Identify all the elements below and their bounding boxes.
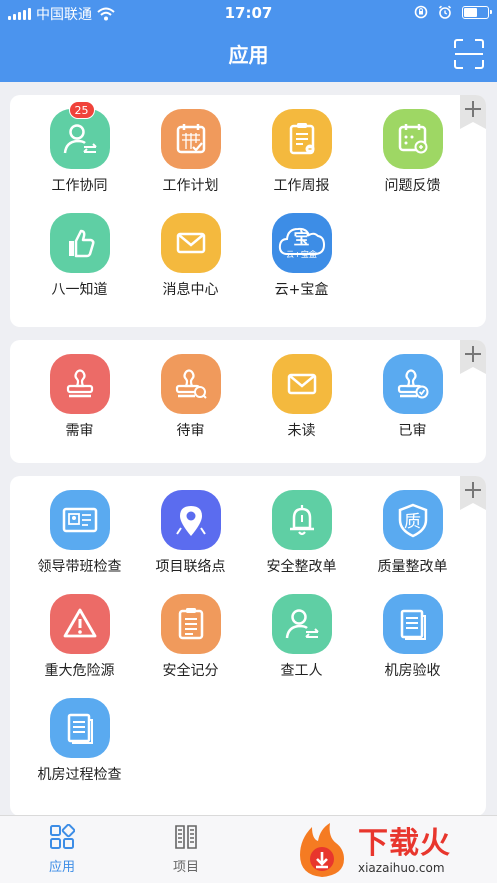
apps-section-common: 25 工作协同 工作计划 工作周报 问题反馈 八一知道 消息中心 宝 云+宝盒 …	[10, 95, 486, 327]
alarm-icon	[438, 5, 452, 19]
tab-label: 项目	[172, 860, 199, 875]
app-weekly-report[interactable]: 工作周报	[246, 109, 357, 195]
app-machine-room-acceptance[interactable]: 机房验收	[357, 594, 468, 680]
thumbs-up-icon	[49, 213, 110, 273]
app-label: 安全整改单	[266, 559, 337, 575]
app-safety-rectification[interactable]: 安全整改单	[246, 490, 357, 576]
status-bar: 中国联通 17:07	[0, 0, 497, 26]
app-label: 工作计划	[162, 178, 219, 194]
app-label: 云+宝盒	[274, 282, 329, 298]
quality-shield-icon: 质	[382, 490, 443, 550]
cloud-box-icon-subtext: 云+宝盒	[286, 250, 317, 259]
map-pin-icon	[160, 490, 221, 550]
app-label: 安全记分	[162, 663, 219, 679]
app-work-plan[interactable]: 工作计划	[135, 109, 246, 195]
watermark: 下载火 xiazaihuo.com	[292, 818, 497, 883]
app-grid: 25 工作协同 工作计划 工作周报 问题反馈 八一知道 消息中心 宝 云+宝盒 …	[24, 101, 468, 299]
scan-icon[interactable]	[453, 38, 485, 70]
cloud-box-icon: 宝 云+宝盒	[271, 213, 332, 273]
app-label: 需审	[65, 423, 94, 439]
app-cloud-box[interactable]: 宝 云+宝盒 云+宝盒	[246, 213, 357, 299]
envelope-icon	[160, 213, 221, 273]
app-grid: 领导带班检查 项目联络点 安全整改单 质 质量整改单 重大危险源 安全记分 查工…	[24, 490, 468, 784]
document-icon	[382, 594, 443, 654]
app-label: 工作周报	[273, 178, 330, 194]
stamp-icon	[49, 354, 110, 414]
app-label: 八一知道	[51, 282, 108, 298]
app-unread[interactable]: 未读	[246, 354, 357, 440]
apps-section-approval: 需审 待审 未读 已审	[10, 340, 486, 463]
app-reviewed[interactable]: 已审	[357, 354, 468, 440]
app-label: 待审	[176, 423, 205, 439]
app-label: 质量整改单	[377, 559, 448, 575]
app-safety-score[interactable]: 安全记分	[135, 594, 246, 680]
warning-icon	[49, 594, 110, 654]
app-label: 查工人	[280, 663, 323, 679]
document-icon	[49, 698, 110, 758]
tab-apps[interactable]: 应用	[17, 824, 107, 875]
app-major-hazard[interactable]: 重大危险源	[24, 594, 135, 680]
app-label: 机房过程检查	[37, 767, 122, 783]
app-label: 项目联络点	[155, 559, 226, 575]
watermark-subtitle: xiazaihuo.com	[358, 860, 445, 875]
watermark-title: 下载火	[358, 825, 451, 861]
battery-icon	[462, 5, 492, 19]
app-need-review[interactable]: 需审	[24, 354, 135, 440]
app-quality-rectification[interactable]: 质 质量整改单	[357, 490, 468, 576]
app-work-collaboration[interactable]: 25 工作协同	[24, 101, 135, 195]
header: 应用	[0, 26, 497, 82]
calendar-search-icon	[382, 109, 443, 169]
rotation-lock-icon	[414, 5, 428, 19]
app-message-center[interactable]: 消息中心	[135, 213, 246, 299]
app-label: 机房验收	[384, 663, 441, 679]
app-label: 已审	[398, 423, 427, 439]
notification-badge: 25	[68, 101, 95, 119]
bell-icon	[271, 490, 332, 550]
app-label: 领导带班检查	[37, 559, 122, 575]
user-transfer-icon	[271, 594, 332, 654]
app-leader-shift-check[interactable]: 领导带班检查	[24, 490, 135, 576]
calendar-check-icon	[160, 109, 221, 169]
app-check-workers[interactable]: 查工人	[246, 594, 357, 680]
clipboard-report-icon	[271, 109, 332, 169]
app-label: 未读	[287, 423, 316, 439]
quality-icon-text: 质	[404, 512, 421, 532]
cloud-box-icon-text: 宝	[293, 229, 310, 248]
app-label: 问题反馈	[384, 178, 441, 194]
tab-label: 应用	[48, 860, 75, 875]
building-icon	[175, 825, 197, 849]
app-label: 工作协同	[51, 178, 108, 194]
app-bayi-knowledge[interactable]: 八一知道	[24, 213, 135, 299]
app-machine-room-process-check[interactable]: 机房过程检查	[24, 698, 135, 784]
app-label: 重大危险源	[44, 663, 115, 679]
flame-logo-icon	[300, 822, 344, 877]
page-title: 应用	[228, 43, 269, 67]
apps-grid-icon	[50, 824, 75, 849]
id-card-icon	[49, 490, 110, 550]
user-transfer-icon: 25	[49, 101, 110, 169]
app-pending-review[interactable]: 待审	[135, 354, 246, 440]
app-project-contact-point[interactable]: 项目联络点	[135, 490, 246, 576]
stamp-search-icon	[160, 354, 221, 414]
app-label: 消息中心	[162, 282, 219, 298]
clipboard-list-icon	[160, 594, 221, 654]
tab-projects[interactable]: 项目	[141, 824, 231, 875]
apps-section-inspection: 领导带班检查 项目联络点 安全整改单 质 质量整改单 重大危险源 安全记分 查工…	[10, 476, 486, 816]
stamp-check-icon	[382, 354, 443, 414]
app-grid: 需审 待审 未读 已审	[24, 354, 468, 440]
app-issue-feedback[interactable]: 问题反馈	[357, 109, 468, 195]
envelope-icon	[271, 354, 332, 414]
